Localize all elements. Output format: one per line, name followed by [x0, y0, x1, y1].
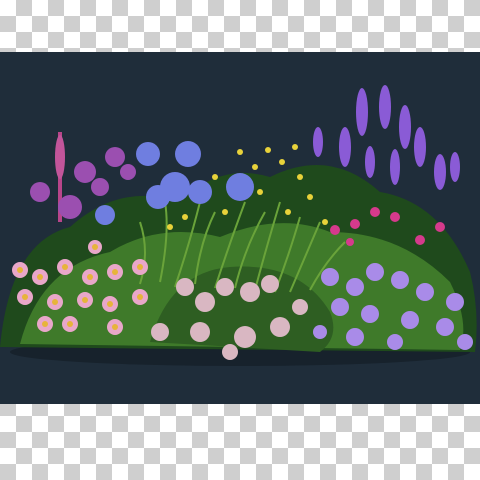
- dark-backdrop-panel: [0, 52, 480, 404]
- flower-bed-illustration: [0, 85, 477, 366]
